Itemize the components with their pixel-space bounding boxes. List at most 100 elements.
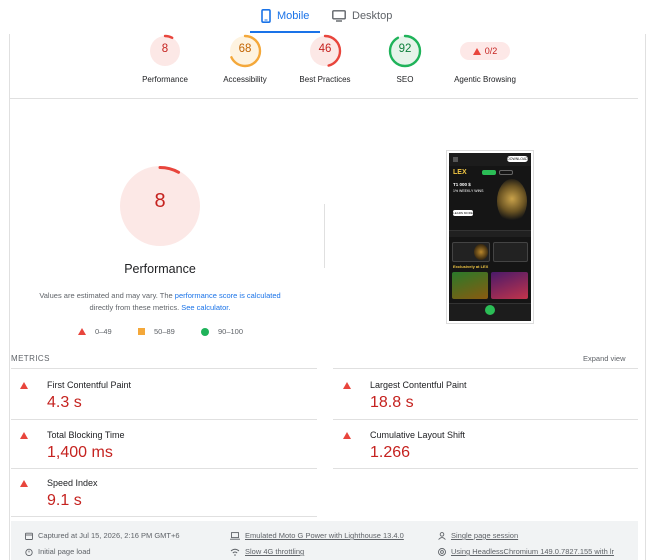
gauge-label: Performance bbox=[142, 75, 188, 84]
footer-emulated-text: Emulated Moto G Power with Lighthouse 13… bbox=[245, 531, 404, 540]
footer-browser-text: Using HeadlessChromium 149.0.7827.155 wi… bbox=[451, 547, 615, 556]
footer-throttling-text: Slow 4G throttling bbox=[245, 547, 305, 556]
performance-title: Performance bbox=[124, 262, 196, 276]
see-calculator-link[interactable]: See calculator. bbox=[181, 303, 230, 312]
average-square-icon bbox=[138, 328, 145, 335]
person-icon bbox=[438, 531, 446, 540]
legend-label: 0–49 bbox=[95, 327, 112, 336]
gauge-value: 8 bbox=[161, 43, 169, 55]
timer-icon bbox=[25, 548, 33, 556]
thumb-promo-line1: T1 000 $ bbox=[453, 182, 471, 187]
legend-label: 90–100 bbox=[218, 327, 244, 336]
thumb-card-right bbox=[493, 242, 528, 262]
frame-border-left bbox=[9, 34, 10, 560]
footer-initial-load: Initial page load bbox=[25, 547, 91, 556]
gauge-label: Best Practices bbox=[299, 75, 351, 84]
metric-name: Speed Index bbox=[47, 478, 98, 488]
note-text-2: directly from these metrics. bbox=[89, 303, 182, 312]
tab-desktop-label: Desktop bbox=[352, 10, 393, 22]
expand-view-toggle[interactable]: Expand view bbox=[583, 354, 626, 363]
gauge-performance[interactable]: 8 Performance bbox=[120, 34, 210, 84]
footer-initial-text: Initial page load bbox=[38, 547, 91, 556]
note-text: Values are estimated and may vary. The bbox=[39, 291, 175, 300]
metric-value: 1.266 bbox=[370, 444, 411, 461]
pass-circle-icon bbox=[201, 327, 209, 336]
thumb-trophy-image bbox=[497, 179, 527, 223]
gauge-agentic-label-wrap: Agentic Browsing bbox=[440, 34, 530, 84]
footer-captured-text: Captured at Jul 15, 2026, 2:16 PM GMT+6 bbox=[38, 531, 180, 540]
thumb-download-button: DOWNLOAD bbox=[507, 156, 528, 162]
metric-name: Total Blocking Time bbox=[47, 430, 125, 440]
gauge-label: SEO bbox=[396, 75, 414, 84]
performance-note: Values are estimated and may vary. The p… bbox=[20, 290, 300, 314]
tab-mobile[interactable]: Mobile bbox=[261, 0, 309, 32]
thumb-card-wheel bbox=[474, 244, 488, 260]
metric-name: Largest Contentful Paint bbox=[370, 380, 467, 390]
smartphone-icon bbox=[261, 9, 271, 23]
metric-name: First Contentful Paint bbox=[47, 380, 132, 390]
legend-label: 50–89 bbox=[154, 327, 175, 336]
thumb-menu-icon bbox=[453, 157, 458, 162]
gauge-best-practices[interactable]: 46 Best Practices bbox=[280, 34, 370, 84]
thumb-game-tile-2 bbox=[491, 272, 528, 299]
metric-value: 1,400 ms bbox=[47, 444, 113, 461]
active-tab-indicator bbox=[250, 31, 320, 33]
wifi-icon bbox=[230, 548, 240, 556]
legend-average: 50–89 bbox=[138, 327, 175, 336]
legend-pass: 90–100 bbox=[201, 327, 243, 336]
thumb-signup-button bbox=[482, 170, 496, 175]
metrics-divider bbox=[333, 419, 638, 420]
metrics-divider bbox=[333, 468, 638, 469]
score-calculated-link[interactable]: performance score is calculated bbox=[175, 291, 281, 300]
thumb-promo-line2: 1% WEEKLY WINS bbox=[453, 189, 484, 193]
performance-score-value: 8 bbox=[154, 190, 166, 212]
footer-session[interactable]: Single page session bbox=[438, 531, 518, 540]
thumb-cta-button: LEARN MORE bbox=[453, 210, 473, 216]
gauge-accessibility[interactable]: 68 Accessibility bbox=[200, 34, 290, 84]
thumb-logo: LEX bbox=[453, 169, 467, 176]
metrics-divider bbox=[11, 419, 317, 420]
laptop-icon bbox=[230, 531, 240, 540]
calendar-icon bbox=[25, 532, 33, 540]
metric-value: 18.8 s bbox=[370, 394, 414, 411]
fail-triangle-icon bbox=[343, 432, 351, 439]
fail-triangle-icon bbox=[20, 432, 28, 439]
gauge-label: Agentic Browsing bbox=[454, 75, 516, 84]
footer-session-text: Single page session bbox=[451, 531, 519, 540]
metrics-divider bbox=[11, 516, 317, 517]
gauge-value: 46 bbox=[318, 43, 332, 55]
metric-value: 9.1 s bbox=[47, 492, 82, 509]
metrics-divider bbox=[11, 468, 317, 469]
gauge-value: 92 bbox=[398, 43, 412, 55]
gauge-value: 68 bbox=[238, 43, 252, 55]
fail-triangle-icon bbox=[20, 480, 28, 487]
metrics-title: METRICS bbox=[11, 354, 50, 363]
device-tabs: Mobile Desktop bbox=[0, 0, 652, 34]
thumb-section-title: Exclusively at LEX bbox=[453, 264, 489, 269]
gauge-seo[interactable]: 92 SEO bbox=[360, 34, 450, 84]
runtime-settings-footer: Captured at Jul 15, 2026, 2:16 PM GMT+6 … bbox=[11, 521, 638, 560]
footer-browser[interactable]: Using HeadlessChromium 149.0.7827.155 wi… bbox=[438, 547, 614, 556]
thumb-category-bar bbox=[449, 230, 531, 237]
thumb-login-button bbox=[499, 170, 513, 175]
footer-emulated-device[interactable]: Emulated Moto G Power with Lighthouse 13… bbox=[230, 531, 404, 540]
metric-name: Cumulative Layout Shift bbox=[370, 430, 466, 440]
metric-value: 4.3 s bbox=[47, 394, 82, 411]
frame-border-right bbox=[645, 34, 646, 560]
metrics-divider bbox=[333, 368, 638, 369]
fail-triangle-icon bbox=[20, 382, 28, 389]
footer-throttling[interactable]: Slow 4G throttling bbox=[230, 547, 304, 556]
thumbnail-screen: DOWNLOAD LEX T1 000 $ 1% WEEKLY WINS LEA… bbox=[449, 153, 531, 321]
legend-fail: 0–49 bbox=[78, 327, 112, 336]
fail-triangle-icon bbox=[78, 328, 86, 335]
footer-captured: Captured at Jul 15, 2026, 2:16 PM GMT+6 bbox=[25, 531, 180, 540]
section-divider bbox=[10, 98, 638, 99]
page-screenshot-thumbnail[interactable]: DOWNLOAD LEX T1 000 $ 1% WEEKLY WINS LEA… bbox=[446, 150, 534, 324]
fail-triangle-icon bbox=[343, 382, 351, 389]
thumb-nav-center-button bbox=[485, 305, 495, 315]
tab-desktop[interactable]: Desktop bbox=[332, 0, 392, 32]
monitor-icon bbox=[332, 10, 346, 22]
tab-mobile-label: Mobile bbox=[277, 10, 310, 22]
metrics-divider bbox=[11, 368, 317, 369]
thumb-game-tile-1 bbox=[452, 272, 488, 299]
